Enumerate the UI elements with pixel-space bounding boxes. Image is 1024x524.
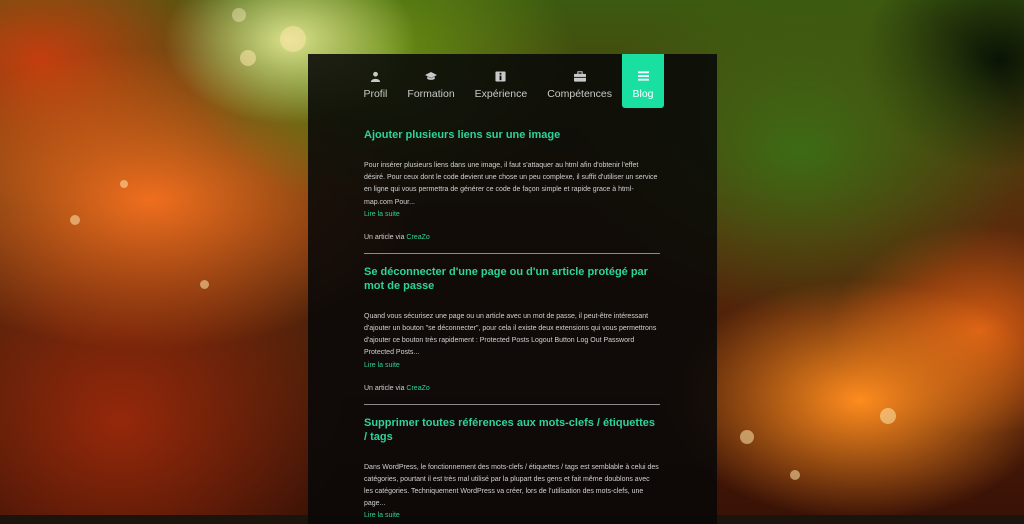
post-title-link[interactable]: Supprimer toutes références aux mots-cle… — [364, 416, 660, 444]
post-source: Un article via CreaZo — [364, 384, 660, 394]
divider — [364, 252, 660, 254]
via-prefix: Un article via — [364, 384, 405, 392]
post-title-link[interactable]: Se déconnecter d'une page ou d'un articl… — [364, 265, 660, 293]
menu-icon — [637, 70, 649, 82]
source-link[interactable]: CreaZo — [406, 234, 429, 241]
blog-list: Ajouter plusieurs liens sur une image Po… — [364, 128, 660, 521]
post-source: Un article via CreaZo — [364, 233, 660, 243]
divider — [364, 403, 660, 405]
blog-post: Se déconnecter d'une page ou d'un articl… — [364, 265, 660, 394]
blog-post: Ajouter plusieurs liens sur une image Po… — [364, 128, 660, 243]
info-icon — [495, 70, 507, 82]
nav-item-experience[interactable]: Expérience — [465, 54, 538, 108]
nav-item-blog[interactable]: Blog — [622, 54, 664, 108]
source-link[interactable]: CreaZo — [406, 385, 429, 392]
graduation-cap-icon — [425, 70, 438, 82]
read-more-link[interactable]: Lire la suite — [364, 209, 660, 220]
nav-label: Blog — [632, 88, 654, 100]
nav-label: Formation — [407, 88, 455, 100]
main-nav: Profil Formation Expérience Compétences … — [308, 54, 717, 110]
briefcase-icon — [573, 70, 586, 82]
blog-post: Supprimer toutes références aux mots-cle… — [364, 416, 660, 522]
via-prefix: Un article via — [364, 233, 405, 241]
post-excerpt: Pour insérer plusieurs liens dans une im… — [364, 162, 658, 206]
read-more-link[interactable]: Lire la suite — [364, 360, 660, 371]
nav-item-competences[interactable]: Compétences — [537, 54, 622, 108]
post-excerpt: Dans WordPress, le fonctionnement des mo… — [364, 463, 659, 508]
nav-item-profil[interactable]: Profil — [353, 54, 397, 108]
nav-label: Compétences — [547, 88, 612, 100]
nav-item-formation[interactable]: Formation — [397, 54, 464, 108]
user-icon — [369, 70, 381, 82]
nav-label: Expérience — [474, 88, 528, 100]
read-more-link[interactable]: Lire la suite — [364, 510, 660, 521]
nav-label: Profil — [363, 88, 388, 100]
content-panel: Profil Formation Expérience Compétences … — [308, 54, 717, 524]
post-excerpt: Quand vous sécurisez une page ou un arti… — [364, 312, 657, 357]
post-title-link[interactable]: Ajouter plusieurs liens sur une image — [364, 128, 660, 142]
